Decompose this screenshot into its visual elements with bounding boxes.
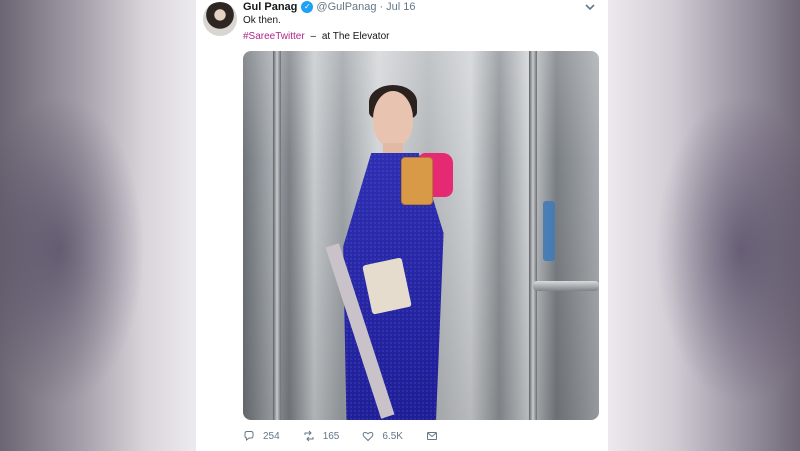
elevator-rail-right [529, 51, 537, 420]
retweet-count: 165 [322, 430, 340, 442]
hashtag-link[interactable]: #SareeTwitter [243, 31, 305, 42]
like-count: 6.5K [382, 430, 403, 442]
location-separator: – [310, 31, 317, 42]
tweet-card[interactable]: Gul Panag ✓ @GulPanag · Jul 16 Ok then. … [196, 0, 608, 451]
tweet-text: Ok then. [243, 15, 281, 26]
elevator-button-panel [543, 201, 555, 261]
heart-icon [363, 431, 374, 442]
avatar[interactable] [203, 2, 237, 36]
envelope-icon [426, 432, 437, 440]
retweet-icon [304, 430, 314, 442]
like-button[interactable]: 6.5K [362, 430, 403, 442]
location-text[interactable]: at The Elevator [322, 31, 390, 42]
person-figure [325, 85, 473, 420]
tweet-date[interactable]: Jul 16 [386, 1, 415, 13]
reply-count: 254 [263, 430, 280, 442]
chevron-down-icon[interactable] [584, 2, 596, 12]
elevator-rail-left [273, 51, 281, 420]
tweet-photo[interactable] [243, 51, 599, 420]
head [373, 91, 413, 147]
display-name[interactable]: Gul Panag [243, 1, 297, 13]
reply-button[interactable]: 254 [243, 430, 280, 442]
user-handle[interactable]: @GulPanag [316, 1, 376, 13]
separator-dot: · [379, 1, 384, 13]
tweet-actions: 254 165 6.5K [243, 430, 469, 442]
direct-message-button[interactable] [426, 430, 446, 442]
reply-icon [244, 431, 254, 442]
tweet-hashtag-line: #SareeTwitter – at The Elevator [243, 31, 389, 42]
elevator-hand-rail [533, 281, 599, 291]
phone-icon [401, 157, 433, 205]
verified-badge-icon: ✓ [301, 1, 314, 13]
retweet-button[interactable]: 165 [303, 430, 340, 442]
tweet-header: Gul Panag ✓ @GulPanag · Jul 16 [243, 0, 416, 14]
